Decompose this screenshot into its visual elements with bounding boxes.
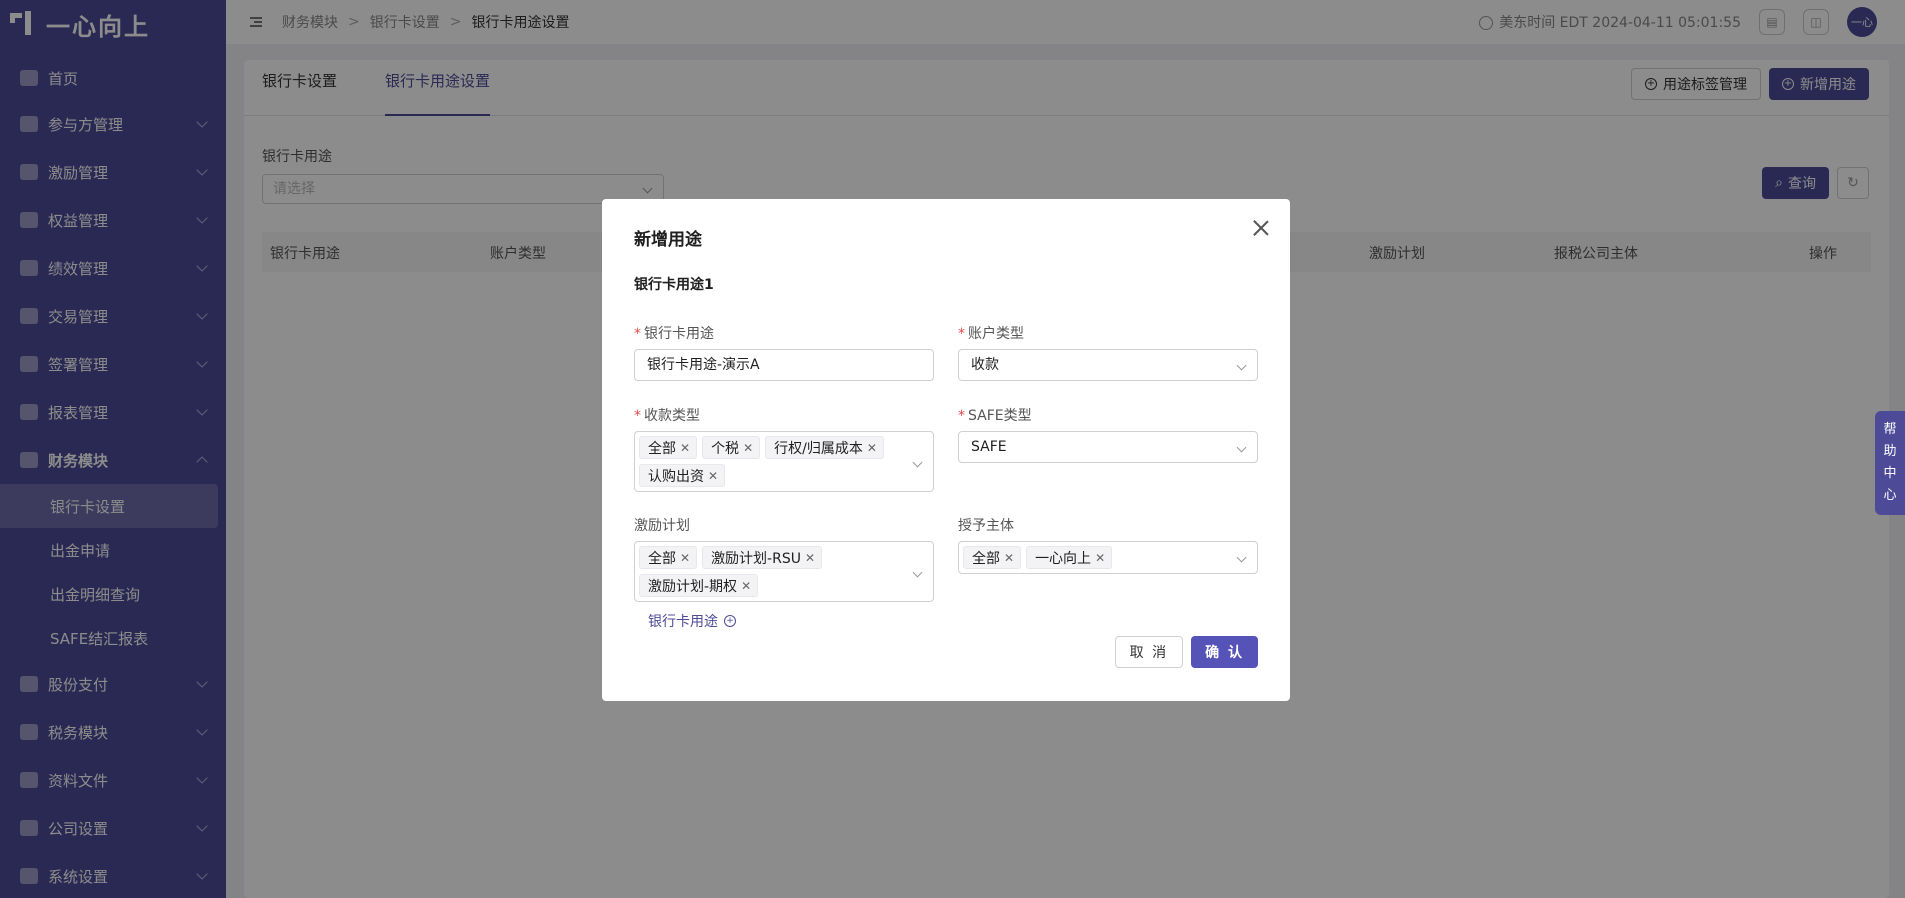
help-char: 心 <box>1883 488 1897 503</box>
required-mark: * <box>634 326 641 342</box>
chevron-down-icon <box>1236 442 1247 453</box>
tag: 全部 ✕ <box>639 436 698 459</box>
help-center-tab[interactable]: 帮 助 中 心 <box>1875 411 1905 515</box>
tag-label: 激励计划-期权 <box>648 578 738 595</box>
chevron-down-icon <box>912 457 923 468</box>
usage-label-text: 银行卡用途 <box>644 326 714 342</box>
confirm-button[interactable]: 确 认 <box>1191 636 1258 668</box>
close-icon[interactable]: ✕ <box>708 469 718 483</box>
safe-type-field: * SAFE类型 SAFE <box>958 405 1258 463</box>
chevron-down-icon <box>912 567 923 578</box>
close-icon[interactable]: ✕ <box>1095 551 1105 565</box>
usage-field: * 银行卡用途 银行卡用途-演示A <box>634 323 934 381</box>
account-type-label-text: 账户类型 <box>968 326 1024 342</box>
chevron-down-icon <box>1236 360 1247 371</box>
modal-title: 新增用途 <box>634 230 702 250</box>
help-char: 中 <box>1883 466 1897 481</box>
safe-type-select[interactable]: SAFE <box>958 431 1258 463</box>
chevron-down-icon <box>1236 552 1247 563</box>
safe-type-value: SAFE <box>971 439 1007 455</box>
account-type-label: * 账户类型 <box>958 323 1258 343</box>
account-type-select[interactable]: 收款 <box>958 349 1258 381</box>
account-type-value: 收款 <box>971 357 999 373</box>
tag-label: 全部 <box>648 440 676 457</box>
receive-type-field: * 收款类型 全部 ✕ 个税 ✕ 行权/归属成本 ✕ 认购出资 ✕ <box>634 405 934 492</box>
required-mark: * <box>634 408 641 424</box>
close-icon[interactable]: ✕ <box>741 579 751 593</box>
account-type-field: * 账户类型 收款 <box>958 323 1258 381</box>
add-usage-modal: 新增用途 银行卡用途1 * 银行卡用途 银行卡用途-演示A * 账户类型 收款 * 收… <box>602 199 1290 701</box>
usage-input[interactable]: 银行卡用途-演示A <box>634 349 934 381</box>
tag-label: 个税 <box>711 440 740 457</box>
tag: 行权/归属成本 ✕ <box>765 436 884 459</box>
tag: 全部 ✕ <box>639 546 698 569</box>
close-icon[interactable] <box>1250 217 1272 239</box>
close-icon[interactable]: ✕ <box>680 441 690 455</box>
tag: 全部 ✕ <box>963 546 1022 569</box>
plan-label: 激励计划 <box>634 518 690 534</box>
usage-label: * 银行卡用途 <box>634 323 934 343</box>
close-icon[interactable]: ✕ <box>743 441 753 455</box>
required-mark: * <box>958 408 965 424</box>
close-icon[interactable]: ✕ <box>867 441 877 455</box>
tag-label: 行权/归属成本 <box>774 440 863 457</box>
receive-type-label-text: 收款类型 <box>644 408 700 424</box>
help-char: 帮 <box>1883 422 1897 437</box>
cancel-button[interactable]: 取 消 <box>1114 636 1184 668</box>
tag: 激励计划-期权 ✕ <box>639 574 759 597</box>
safe-type-label: * SAFE类型 <box>958 405 1258 425</box>
close-icon[interactable]: ✕ <box>805 551 815 565</box>
plan-field: 激励计划 全部 ✕ 激励计划-RSU ✕ 激励计划-期权 ✕ <box>634 515 934 602</box>
plan-select[interactable]: 全部 ✕ 激励计划-RSU ✕ 激励计划-期权 ✕ <box>634 541 934 602</box>
plus-circle-icon: + <box>724 615 736 627</box>
section-title: 银行卡用途1 <box>634 277 714 293</box>
receive-type-label: * 收款类型 <box>634 405 934 425</box>
tag-label: 认购出资 <box>648 468 704 485</box>
receive-type-select[interactable]: 全部 ✕ 个税 ✕ 行权/归属成本 ✕ 认购出资 ✕ <box>634 431 934 492</box>
help-char: 助 <box>1883 444 1897 459</box>
grantor-select[interactable]: 全部 ✕ 一心向上 ✕ <box>958 541 1258 574</box>
close-icon[interactable]: ✕ <box>1004 551 1014 565</box>
add-usage-link[interactable]: 银行卡用途 + <box>648 611 736 631</box>
required-mark: * <box>958 326 965 342</box>
grantor-label: 授予主体 <box>958 518 1014 534</box>
tag: 一心向上 ✕ <box>1026 546 1113 569</box>
tag-label: 激励计划-RSU <box>711 550 801 567</box>
close-icon[interactable]: ✕ <box>680 551 690 565</box>
tag: 个税 ✕ <box>702 436 761 459</box>
grantor-field: 授予主体 全部 ✕ 一心向上 ✕ <box>958 515 1258 574</box>
add-usage-link-text: 银行卡用途 <box>648 614 718 630</box>
modal-footer: 取 消 确 认 <box>1114 636 1258 668</box>
tag-label: 全部 <box>972 550 1000 567</box>
tag: 激励计划-RSU ✕ <box>702 546 823 569</box>
tag-label: 一心向上 <box>1035 550 1092 567</box>
safe-type-label-text: SAFE类型 <box>968 408 1032 424</box>
tag: 认购出资 ✕ <box>639 464 726 487</box>
tag-label: 全部 <box>648 550 676 567</box>
